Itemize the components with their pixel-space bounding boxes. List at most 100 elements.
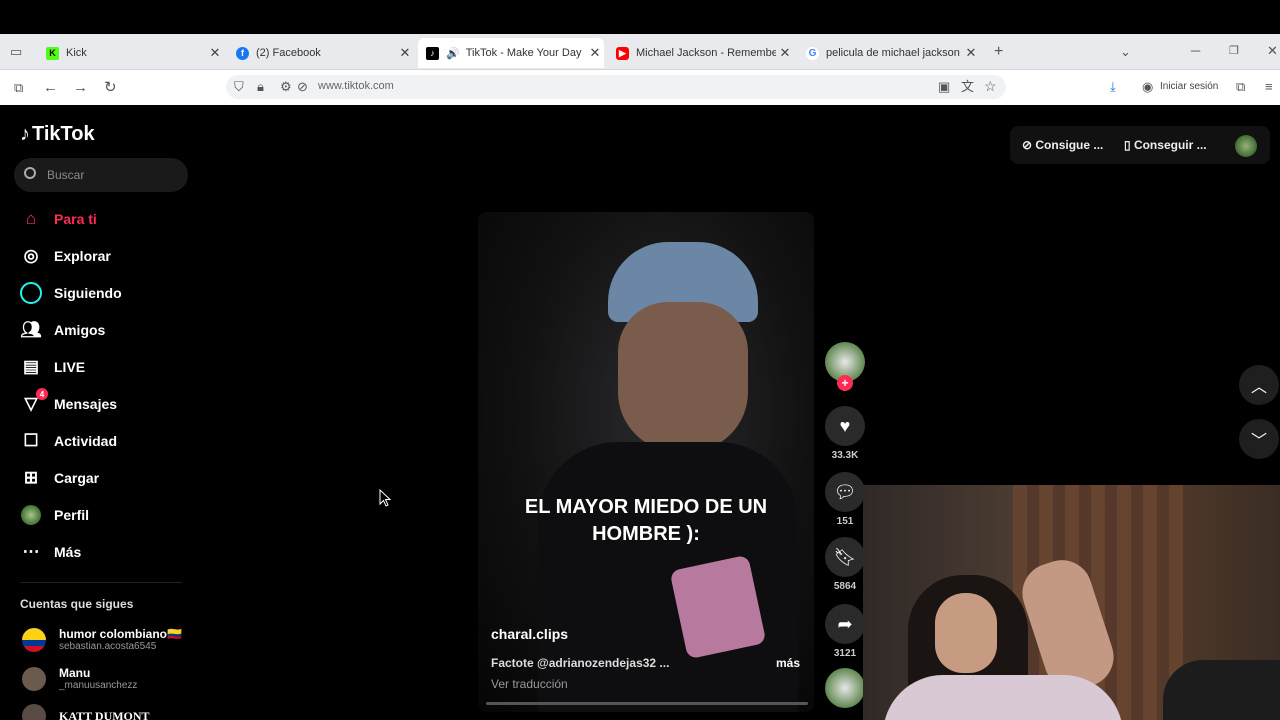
account-icon[interactable]: ◉: [1142, 80, 1153, 93]
comment-icon: 💬︎: [825, 472, 865, 512]
music-disc-button[interactable]: [825, 668, 865, 708]
restore-icon[interactable]: ❐: [1229, 44, 1239, 57]
like-button[interactable]: ♥ 33.3K: [825, 406, 865, 461]
like-count: 33.3K: [831, 450, 859, 461]
tab-kick[interactable]: K Kick ✕: [38, 38, 224, 68]
speaker-icon[interactable]: 🔊: [446, 47, 460, 60]
star-icon[interactable]: ☆: [984, 79, 997, 93]
close-icon[interactable]: ✕: [206, 45, 224, 61]
picture-icon[interactable]: ▣: [938, 80, 950, 93]
get-coins-button[interactable]: ⊘ Consigue ...: [1022, 138, 1103, 152]
tiktok-icon: ♪: [426, 46, 439, 60]
close-icon[interactable]: ✕: [586, 45, 604, 61]
video-description: Factote @adrianozendejas32 ...: [491, 656, 670, 670]
share-button[interactable]: ➦ 3121: [825, 604, 865, 659]
browser-tab-bar: ▭ K Kick ✕ f (2) Facebook ✕ ♪ 🔊 TikTok -…: [0, 34, 1280, 70]
followed-account[interactable]: KATT DUMONT: [22, 704, 150, 720]
tab-facebook[interactable]: f (2) Facebook ✕: [228, 38, 414, 68]
header-actions: ⊘ Consigue ... ▯ Conseguir ...: [1010, 126, 1270, 164]
tiktok-page: ♪ TikTok ⌂ Para ti ◎ Explorar Siguiendo …: [0, 105, 1280, 720]
close-icon[interactable]: ✕: [776, 45, 794, 61]
nav-mas[interactable]: ⋯ Más: [20, 541, 82, 563]
screen-top-strip: [0, 0, 1280, 34]
save-count: 5864: [833, 581, 857, 592]
upload-icon: ⊞: [23, 468, 39, 487]
close-icon[interactable]: ✕: [962, 45, 980, 61]
download-icon[interactable]: ⤓: [1110, 80, 1116, 93]
reload-icon[interactable]: ↻: [104, 80, 117, 95]
kick-icon: K: [46, 46, 59, 60]
tracking-icon[interactable]: ⊘: [297, 80, 308, 93]
nav-cargar[interactable]: ⊞ Cargar: [20, 467, 99, 489]
sidebar-divider: [20, 582, 182, 583]
nav-actividad[interactable]: ☐ Actividad: [20, 430, 117, 452]
extensions-icon[interactable]: ⧉: [1236, 80, 1245, 93]
webcam-chair: [1163, 660, 1280, 720]
url-text[interactable]: www.tiktok.com: [318, 80, 394, 92]
lock-icon[interactable]: 🔒︎: [257, 80, 264, 93]
comment-button[interactable]: 💬︎ 151: [825, 472, 865, 527]
close-icon[interactable]: ✕: [396, 45, 414, 61]
next-video-button[interactable]: ﹀: [1239, 419, 1279, 459]
tab-actions-icon[interactable]: ▭: [10, 44, 22, 60]
minimize-icon[interactable]: ─: [1191, 43, 1200, 58]
tab-list-chevron-icon[interactable]: ⌄: [1120, 44, 1131, 60]
share-count: 3121: [833, 648, 857, 659]
profile-icon: [20, 504, 42, 526]
site-settings-icon[interactable]: ⚙: [280, 80, 292, 93]
nav-amigos[interactable]: 👥︎ Amigos: [20, 319, 105, 341]
video-person-body: [538, 442, 798, 712]
more-button[interactable]: más: [776, 656, 800, 670]
login-label[interactable]: Iniciar sesión: [1160, 81, 1218, 92]
sidebar-toggle-icon[interactable]: ⧉: [14, 81, 23, 94]
nav-explorar[interactable]: ◎ Explorar: [20, 245, 111, 267]
translate-link[interactable]: Ver traducción: [491, 677, 568, 691]
mouse-cursor-icon: [379, 489, 391, 507]
followed-account[interactable]: humor colombiano🇨🇴 sebastian.acosta6545: [22, 627, 182, 652]
tiktok-logo[interactable]: ♪ TikTok: [20, 123, 95, 146]
facebook-icon: f: [236, 46, 249, 60]
nav-para-ti[interactable]: ⌂ Para ti: [20, 208, 97, 230]
comment-count: 151: [836, 516, 854, 527]
following-heading: Cuentas que sigues: [20, 597, 134, 611]
previous-video-button[interactable]: ︿: [1239, 365, 1279, 405]
window-close-icon[interactable]: ✕: [1267, 43, 1278, 59]
followed-account[interactable]: Manu _manuusanchezz: [22, 666, 137, 691]
menu-icon[interactable]: ≡: [1265, 80, 1273, 93]
video-person-face: [618, 302, 748, 452]
translate-icon[interactable]: 文: [961, 80, 974, 93]
follow-plus-icon[interactable]: +: [837, 375, 853, 391]
browser-toolbar: ⧉ ← → ↻ ⛉ 🔒︎ ⚙ ⊘ www.tiktok.com ▣ 文 ☆ ⤓ …: [0, 70, 1280, 105]
tab-google[interactable]: G pelicula de michael jackson - Bu ✕: [798, 38, 980, 68]
save-button[interactable]: 🔖︎ 5864: [825, 537, 865, 592]
search-icon: [24, 167, 36, 179]
forward-icon[interactable]: →: [73, 80, 88, 95]
shield-icon[interactable]: ⛉: [234, 80, 244, 93]
webcam-person-body: [883, 675, 1123, 720]
nav-siguiendo[interactable]: Siguiendo: [20, 282, 122, 304]
webcam-overlay: [863, 485, 1280, 720]
search-box[interactable]: [14, 158, 188, 192]
address-bar[interactable]: ⛉ 🔒︎ ⚙ ⊘ www.tiktok.com ▣ 文 ☆: [226, 75, 1006, 99]
nav-live[interactable]: ▤ LIVE: [20, 356, 85, 378]
search-input[interactable]: [47, 166, 177, 184]
messages-badge: 4: [36, 388, 48, 400]
avatar: [22, 627, 46, 652]
chevron-up-icon: ︿: [1250, 379, 1267, 396]
video-author[interactable]: charal.clips: [491, 626, 568, 642]
new-tab-icon[interactable]: +: [994, 43, 1003, 61]
friends-icon: 👥︎: [20, 320, 42, 339]
back-icon[interactable]: ←: [43, 80, 58, 95]
webcam-person-face: [935, 593, 997, 673]
nav-mensajes[interactable]: ▽ 4 Mensajes: [20, 388, 117, 415]
get-app-button[interactable]: ▯ Conseguir ...: [1124, 138, 1207, 152]
tiktok-icon: ♪: [20, 123, 30, 145]
tab-youtube[interactable]: ▶ Michael Jackson - Remember th ✕: [608, 38, 794, 68]
nav-perfil[interactable]: Perfil: [20, 504, 89, 526]
share-icon: ➦: [825, 604, 865, 644]
compass-icon: ◎: [23, 246, 39, 265]
google-icon: G: [806, 46, 819, 60]
video-progress-bar[interactable]: [486, 702, 808, 705]
tab-tiktok[interactable]: ♪ 🔊 TikTok - Make Your Day ✕: [418, 38, 604, 68]
profile-avatar[interactable]: [1235, 135, 1257, 157]
